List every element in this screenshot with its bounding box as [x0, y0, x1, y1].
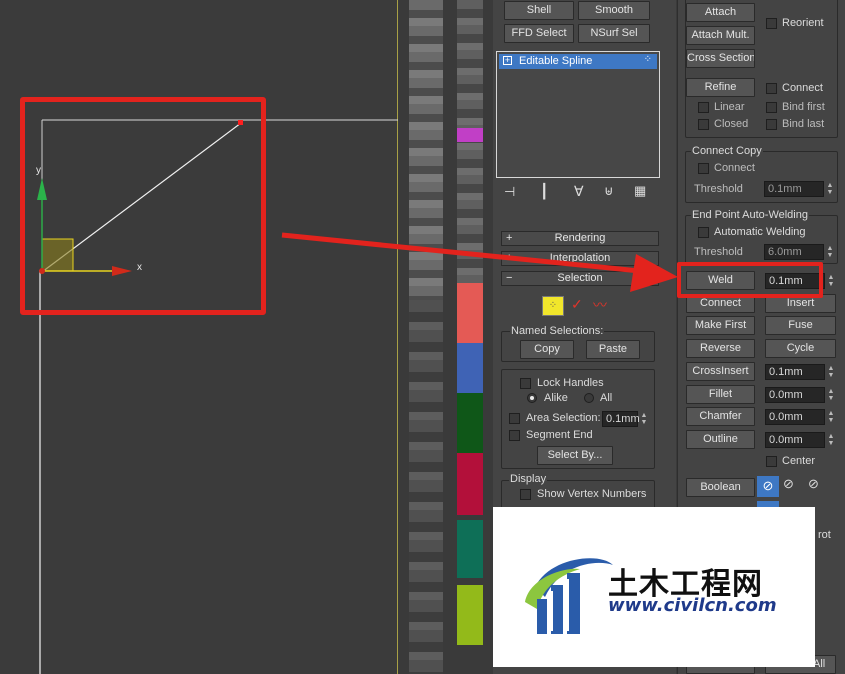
watermark-logo-icon: [525, 558, 613, 634]
watermark-card: 土木工程网 www.civilcn.com: [493, 507, 815, 667]
watermark-url: www.civilcn.com: [608, 595, 777, 616]
